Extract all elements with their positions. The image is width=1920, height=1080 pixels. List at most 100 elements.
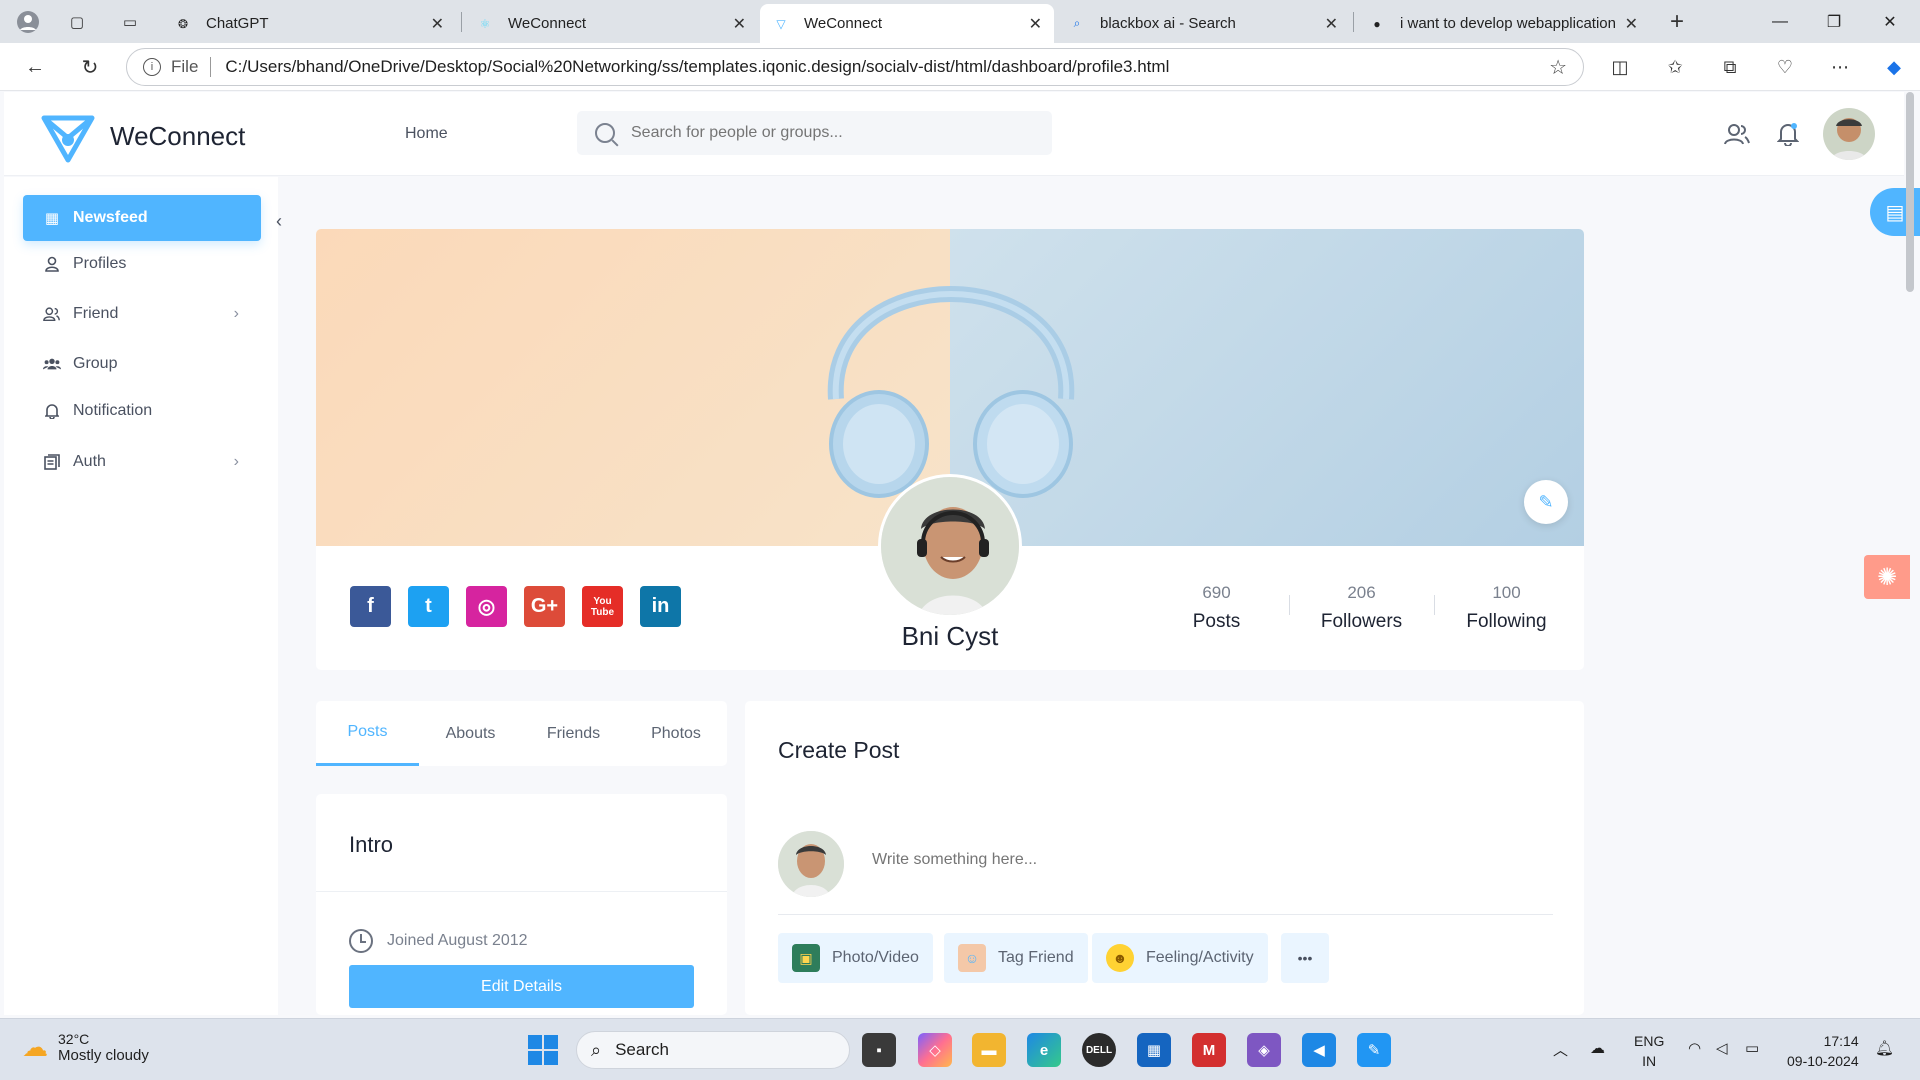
close-tab-icon[interactable]: ✕ [1325, 14, 1338, 34]
profile-icon[interactable] [14, 8, 42, 36]
visual-studio-icon[interactable]: ◈ [1247, 1033, 1281, 1067]
weconnect-logo-icon [41, 115, 95, 163]
browser-essentials-icon[interactable]: ♡ [1772, 54, 1798, 80]
microsoft-store-icon[interactable]: ▦ [1137, 1033, 1171, 1067]
close-tab-icon[interactable]: ✕ [431, 14, 444, 34]
windows-taskbar: ☁ 32°C Mostly cloudy ⌕ Search ▪ ◇ ▬ e DE… [0, 1018, 1920, 1080]
volume-icon[interactable]: ◁ [1716, 1039, 1728, 1057]
close-window-icon[interactable]: ✕ [1862, 0, 1918, 43]
dell-icon[interactable]: DELL [1082, 1033, 1116, 1067]
workspaces-icon[interactable]: ▢ [63, 8, 91, 36]
notification-bell-icon[interactable] [1774, 120, 1802, 148]
tray-chevron-icon[interactable]: ︿ [1553, 1039, 1568, 1060]
taskbar-clock[interactable]: 17:14 09-10-2024 [1787, 1031, 1859, 1071]
close-tab-icon[interactable]: ✕ [733, 14, 746, 34]
stat-followers[interactable]: 206 Followers [1289, 583, 1434, 633]
sidebar-item-notification[interactable]: Notification [23, 388, 261, 434]
tab-posts[interactable]: Posts [316, 701, 419, 766]
weather-widget[interactable]: ☁ 32°C Mostly cloudy [22, 1031, 149, 1064]
photo-video-button[interactable]: ▣ Photo/Video [778, 933, 933, 983]
file-explorer-icon[interactable]: ▬ [972, 1033, 1006, 1067]
url-text[interactable]: C:/Users/bhand/OneDrive/Desktop/Social%2… [225, 57, 1549, 77]
browser-tab-blackbox[interactable]: ⌕ blackbox ai - Search ✕ [1056, 4, 1350, 43]
instagram-icon[interactable]: ◎ [466, 586, 507, 627]
stat-posts[interactable]: 690 Posts [1144, 583, 1289, 633]
post-avatar [778, 831, 844, 897]
search-box[interactable] [577, 111, 1052, 155]
logo[interactable]: WeConnect [38, 108, 245, 164]
address-bar[interactable]: i File C:/Users/bhand/OneDrive/Desktop/S… [126, 48, 1584, 86]
new-tab-icon[interactable]: + [1663, 8, 1691, 36]
more-options-icon[interactable]: ⋯ [1827, 54, 1853, 80]
sidebar-collapse-chevron-icon[interactable]: ‹ [268, 206, 290, 236]
user-avatar[interactable] [1823, 108, 1875, 160]
minimize-icon[interactable]: — [1752, 0, 1808, 43]
create-post-title: Create Post [778, 737, 900, 763]
browser-tab-weconnect-2[interactable]: ▽ WeConnect ✕ [760, 4, 1054, 43]
info-icon[interactable]: i [143, 58, 161, 76]
profile-avatar[interactable] [878, 474, 1022, 618]
close-tab-icon[interactable]: ✕ [1029, 14, 1042, 34]
tab-friends[interactable]: Friends [522, 701, 625, 766]
friend-requests-icon[interactable] [1723, 120, 1751, 148]
profile-tabs: Posts Abouts Friends Photos [316, 701, 727, 766]
split-screen-icon[interactable]: ◫ [1607, 54, 1633, 80]
more-options-icon[interactable]: ••• [1281, 933, 1329, 983]
restore-icon[interactable]: ❐ [1806, 0, 1862, 43]
sidebar: ▦ Newsfeed Profiles Friend › Group Notif… [4, 177, 278, 1015]
edit-cover-pencil-icon[interactable]: ✎ [1524, 480, 1568, 524]
notifications-bell-icon[interactable]: 🔔︎ [1875, 1039, 1894, 1057]
vscode-icon[interactable]: ◀ [1302, 1033, 1336, 1067]
feeling-activity-button[interactable]: ☻ Feeling/Activity [1092, 933, 1268, 983]
paint-icon[interactable]: ✎ [1357, 1033, 1391, 1067]
mcafee-icon[interactable]: M [1192, 1033, 1226, 1067]
twitter-icon[interactable]: t [408, 586, 449, 627]
smiley-icon: ☻ [1106, 944, 1134, 972]
sidebar-item-auth[interactable]: Auth › [23, 439, 261, 485]
google-plus-icon[interactable]: G+ [524, 586, 565, 627]
taskbar-search[interactable]: ⌕ Search [576, 1031, 850, 1069]
wifi-icon[interactable]: ◠ [1688, 1039, 1701, 1057]
tab-abouts[interactable]: Abouts [419, 701, 522, 766]
reload-icon[interactable]: ↻ [75, 52, 105, 82]
auth-icon [43, 453, 61, 471]
intro-card: Intro Joined August 2012 Edit Details [316, 794, 727, 1015]
sidebar-item-friend[interactable]: Friend › [23, 291, 261, 337]
favorite-star-icon[interactable]: ☆ [1549, 55, 1567, 80]
tab-actions-icon[interactable]: ▭ [116, 8, 144, 36]
facebook-icon[interactable]: f [350, 586, 391, 627]
copilot-icon[interactable]: ◆ [1881, 54, 1907, 80]
profile-header-card: ✎ Bni Cyst f t ◎ G+ You Tube in 690 Post… [316, 229, 1584, 670]
browser-tab-chatgpt[interactable]: ❂ ChatGPT ✕ [162, 4, 456, 43]
edge-icon[interactable]: e [1027, 1033, 1061, 1067]
tab-photos[interactable]: Photos [625, 701, 727, 766]
edit-details-button[interactable]: Edit Details [349, 965, 694, 1008]
favorites-icon[interactable]: ✩ [1662, 54, 1688, 80]
browser-tab-weconnect-1[interactable]: ⚛ WeConnect ✕ [464, 4, 758, 43]
post-text-input[interactable] [872, 851, 1472, 869]
onedrive-icon[interactable]: ☁ [1590, 1039, 1605, 1057]
sidebar-item-profiles[interactable]: Profiles [23, 241, 261, 287]
settings-gear-icon[interactable]: ✺ [1864, 555, 1910, 599]
nav-home-link[interactable]: Home [405, 125, 448, 143]
app-name: WeConnect [110, 120, 246, 151]
sidebar-item-group[interactable]: Group [23, 341, 261, 387]
battery-icon[interactable]: ▭ [1745, 1039, 1759, 1057]
language-indicator[interactable]: ENG IN [1634, 1031, 1664, 1071]
back-icon[interactable]: ← [20, 52, 50, 82]
chatgpt-icon: ❂ [177, 16, 189, 31]
youtube-icon[interactable]: You Tube [582, 586, 623, 627]
tag-friend-button[interactable]: ☺ Tag Friend [944, 933, 1088, 983]
linkedin-icon[interactable]: in [640, 586, 681, 627]
close-tab-icon[interactable]: ✕ [1625, 14, 1638, 34]
sidebar-item-newsfeed[interactable]: ▦ Newsfeed [23, 195, 261, 241]
page-scrollbar[interactable] [1906, 92, 1914, 292]
search-input[interactable] [631, 124, 1011, 142]
stat-following[interactable]: 100 Following [1434, 583, 1579, 633]
windows-start-icon[interactable] [528, 1035, 558, 1065]
browser-toolbar: ← ↻ i File C:/Users/bhand/OneDrive/Deskt… [0, 43, 1920, 91]
task-view-icon[interactable]: ▪ [862, 1033, 896, 1067]
copilot-app-icon[interactable]: ◇ [918, 1033, 952, 1067]
collections-icon[interactable]: ⧉ [1717, 54, 1743, 80]
browser-tab-develop[interactable]: ● i want to develop webapplication ✕ [1356, 4, 1650, 43]
